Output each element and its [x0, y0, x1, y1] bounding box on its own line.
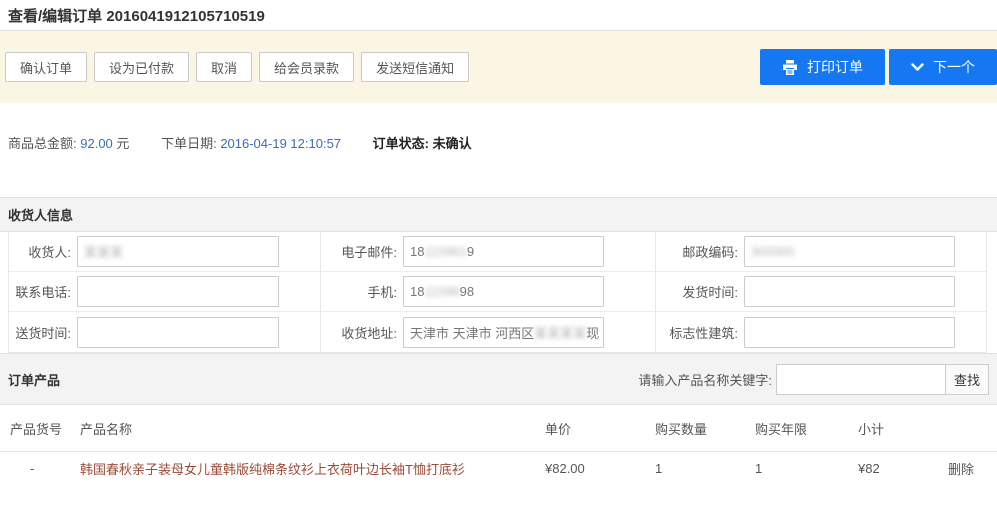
email-redacted-value: 115961 — [424, 244, 466, 259]
address-label: 收货地址: — [325, 323, 397, 342]
toolbar-right-group: 打印订单 下一个 — [760, 49, 997, 85]
order-total-unit: 元 — [116, 136, 129, 151]
address-redacted-value: 某某某某 — [534, 323, 586, 342]
ship-time-label: 发货时间: — [660, 282, 738, 301]
col-name: 产品名称 — [80, 419, 545, 438]
order-total-label: 商品总金额: — [8, 136, 77, 151]
order-summary: 商品总金额: 92.00 元 下单日期: 2016-04-19 12:10:57… — [0, 103, 997, 197]
col-subtotal: 小计 — [858, 419, 948, 438]
product-years: 1 — [755, 461, 858, 476]
consignee-form: 收货人: 某某某 电子邮件: 181159619 邮政编码: 300000 联系… — [8, 232, 987, 353]
chevron-down-icon — [911, 63, 924, 72]
send-sms-button[interactable]: 发送短信通知 — [361, 52, 469, 82]
mobile-redacted-value: 11596 — [424, 284, 459, 299]
printer-icon — [782, 60, 798, 75]
product-search-input[interactable] — [776, 364, 946, 395]
col-sku: 产品货号 — [10, 419, 80, 438]
consignee-section-header: 收货人信息 — [0, 197, 997, 232]
product-qty: 1 — [655, 461, 755, 476]
landmark-input[interactable] — [744, 317, 955, 348]
order-date-value: 2016-04-19 12:10:57 — [220, 136, 341, 151]
order-status-label: 订单状态: — [373, 136, 429, 151]
cancel-button[interactable]: 取消 — [196, 52, 252, 82]
product-search-button[interactable]: 查找 — [945, 364, 989, 395]
email-value-suffix: 9 — [467, 244, 474, 259]
zipcode-input[interactable]: 300000 — [744, 236, 955, 267]
order-toolbar: 确认订单 设为已付款 取消 给会员录款 发送短信通知 打印订单 — [0, 31, 997, 103]
product-subtotal: ¥82 — [858, 461, 948, 476]
product-sku: - — [10, 461, 80, 476]
receiver-input[interactable]: 某某某 — [77, 236, 279, 267]
product-price: ¥82.00 — [545, 461, 655, 476]
next-order-label: 下一个 — [933, 57, 975, 77]
products-section-header: 订单产品 请输入产品名称关键字: 查找 — [0, 353, 997, 405]
order-status: 订单状态: 未确认 — [373, 136, 472, 151]
table-row: - 韩国春秋亲子装母女儿童韩版纯棉条纹衫上衣荷叶边长袖T恤打底衫 ¥82.00 … — [0, 452, 997, 485]
next-order-button[interactable]: 下一个 — [889, 49, 997, 85]
landmark-label: 标志性建筑: — [660, 323, 738, 342]
email-label: 电子邮件: — [325, 242, 397, 261]
field-zipcode: 邮政编码: 300000 — [656, 232, 986, 272]
order-date-label: 下单日期: — [161, 136, 217, 151]
record-member-payment-button[interactable]: 给会员录款 — [259, 52, 354, 82]
order-status-value: 未确认 — [433, 136, 472, 151]
field-address: 收货地址: 天津市 天津市 河西区某某某某现 — [321, 312, 656, 352]
set-paid-button[interactable]: 设为已付款 — [94, 52, 189, 82]
mobile-value-suffix: 98 — [460, 284, 474, 299]
field-email: 电子邮件: 181159619 — [321, 232, 656, 272]
mobile-input[interactable]: 181159698 — [403, 276, 604, 307]
receiver-redacted-value: 某某某 — [84, 242, 123, 261]
print-order-label: 打印订单 — [807, 57, 863, 77]
consignee-section-title: 收货人信息 — [8, 205, 73, 224]
field-landmark: 标志性建筑: — [656, 312, 986, 352]
field-mobile: 手机: 181159698 — [321, 272, 656, 312]
page-header: 查看/编辑订单 2016041912105710519 — [0, 0, 997, 31]
address-value-prefix: 天津市 天津市 河西区 — [410, 323, 534, 342]
field-delivery-time: 送货时间: — [9, 312, 321, 352]
order-date: 下单日期: 2016-04-19 12:10:57 — [161, 136, 345, 151]
field-phone: 联系电话: — [9, 272, 321, 312]
products-table: 产品货号 产品名称 单价 购买数量 购买年限 小计 - 韩国春秋亲子装母女儿童韩… — [0, 405, 997, 485]
col-qty: 购买数量 — [655, 419, 755, 438]
field-receiver: 收货人: 某某某 — [9, 232, 321, 272]
products-section-title: 订单产品 — [8, 370, 60, 389]
page-title: 查看/编辑订单 2016041912105710519 — [8, 5, 265, 26]
mobile-value-prefix: 18 — [410, 284, 424, 299]
receiver-label: 收货人: — [13, 242, 71, 261]
products-table-header: 产品货号 产品名称 单价 购买数量 购买年限 小计 — [0, 405, 997, 452]
phone-input[interactable] — [77, 276, 279, 307]
col-years: 购买年限 — [755, 419, 858, 438]
zipcode-label: 邮政编码: — [660, 242, 738, 261]
print-order-button[interactable]: 打印订单 — [760, 49, 885, 85]
delivery-time-input[interactable] — [77, 317, 279, 348]
mobile-label: 手机: — [325, 282, 397, 301]
product-search-label: 请输入产品名称关键字: — [638, 370, 772, 389]
phone-label: 联系电话: — [13, 282, 71, 301]
delivery-time-label: 送货时间: — [13, 323, 71, 342]
email-value-prefix: 18 — [410, 244, 424, 259]
col-price: 单价 — [545, 419, 655, 438]
order-total: 商品总金额: 92.00 元 — [8, 136, 133, 151]
order-total-value: 92.00 — [80, 136, 113, 151]
zipcode-redacted-value: 300000 — [751, 244, 794, 259]
ship-time-input[interactable] — [744, 276, 955, 307]
address-value-suffix: 现 — [586, 323, 599, 342]
email-input[interactable]: 181159619 — [403, 236, 604, 267]
field-ship-time: 发货时间: — [656, 272, 986, 312]
product-name-link[interactable]: 韩国春秋亲子装母女儿童韩版纯棉条纹衫上衣荷叶边长袖T恤打底衫 — [80, 459, 545, 478]
delete-product-link[interactable]: 删除 — [948, 459, 997, 478]
address-input[interactable]: 天津市 天津市 河西区某某某某现 — [403, 317, 604, 348]
confirm-order-button[interactable]: 确认订单 — [5, 52, 87, 82]
product-search-area: 请输入产品名称关键字: 查找 — [638, 364, 989, 395]
